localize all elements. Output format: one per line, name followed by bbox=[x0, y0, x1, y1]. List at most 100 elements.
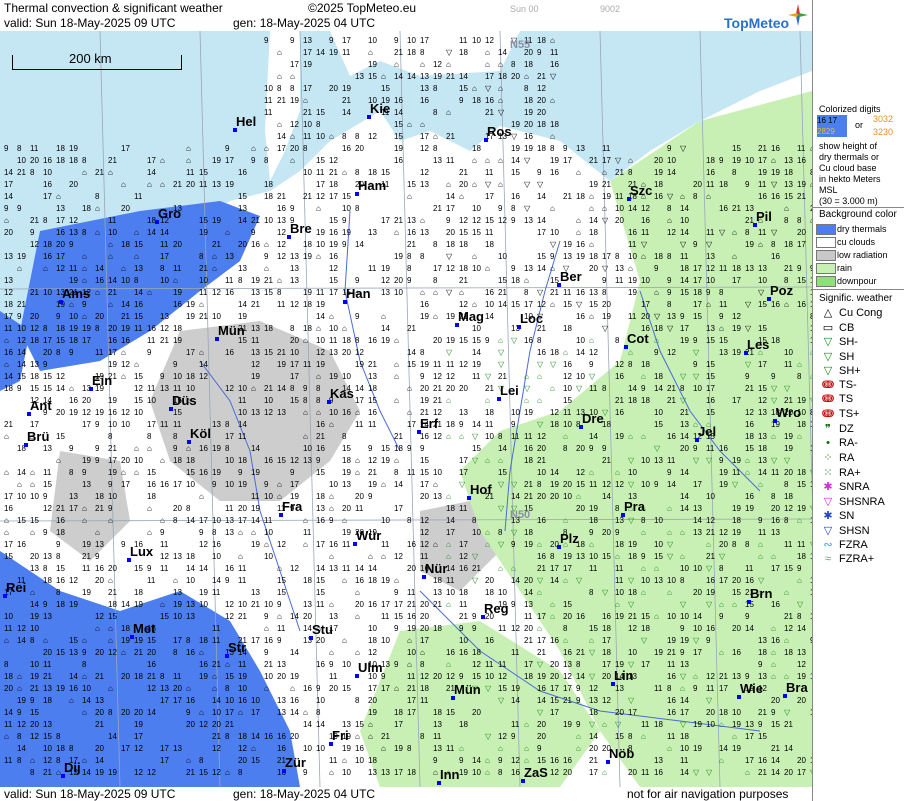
svg-text:9: 9 bbox=[82, 300, 87, 309]
svg-text:16: 16 bbox=[186, 696, 195, 705]
svg-text:8: 8 bbox=[277, 84, 282, 93]
svg-text:8: 8 bbox=[160, 672, 165, 681]
svg-text:20: 20 bbox=[784, 768, 793, 777]
svg-text:10: 10 bbox=[342, 660, 351, 669]
svg-text:13: 13 bbox=[589, 696, 598, 705]
svg-text:12: 12 bbox=[537, 300, 546, 309]
city-label: Wro bbox=[773, 405, 801, 423]
svg-text:11: 11 bbox=[784, 540, 793, 549]
svg-text:17: 17 bbox=[121, 480, 130, 489]
svg-text:9: 9 bbox=[797, 564, 802, 573]
svg-text:10: 10 bbox=[30, 660, 39, 669]
svg-text:17: 17 bbox=[329, 192, 338, 201]
svg-text:11: 11 bbox=[238, 432, 247, 441]
svg-text:10: 10 bbox=[472, 36, 481, 45]
svg-text:16: 16 bbox=[537, 552, 546, 561]
svg-text:9: 9 bbox=[693, 444, 698, 453]
svg-text:20: 20 bbox=[173, 684, 182, 693]
svg-text:11: 11 bbox=[277, 624, 286, 633]
svg-text:21: 21 bbox=[368, 468, 377, 477]
svg-text:17: 17 bbox=[355, 396, 364, 405]
svg-text:14: 14 bbox=[342, 108, 351, 117]
svg-text:19: 19 bbox=[407, 624, 416, 633]
svg-text:8: 8 bbox=[602, 384, 607, 393]
svg-text:19: 19 bbox=[82, 588, 91, 597]
svg-text:10: 10 bbox=[433, 468, 442, 477]
svg-text:⌂: ⌂ bbox=[563, 348, 568, 357]
svg-text:9: 9 bbox=[277, 636, 282, 645]
svg-text:18: 18 bbox=[693, 288, 702, 297]
svg-text:10: 10 bbox=[82, 684, 91, 693]
svg-text:14: 14 bbox=[316, 720, 325, 729]
svg-text:⌂: ⌂ bbox=[537, 396, 542, 405]
svg-text:16: 16 bbox=[173, 300, 182, 309]
svg-text:16: 16 bbox=[667, 672, 676, 681]
city-marker-icon bbox=[753, 223, 757, 227]
svg-text:20: 20 bbox=[537, 732, 546, 741]
svg-text:9: 9 bbox=[680, 624, 685, 633]
svg-text:8: 8 bbox=[797, 612, 802, 621]
svg-text:⌂: ⌂ bbox=[394, 60, 399, 69]
svg-text:⌂: ⌂ bbox=[238, 552, 243, 561]
svg-text:⌂: ⌂ bbox=[472, 180, 477, 189]
svg-text:21: 21 bbox=[407, 324, 416, 333]
svg-text:18: 18 bbox=[433, 624, 442, 633]
svg-text:11: 11 bbox=[225, 276, 234, 285]
svg-text:18: 18 bbox=[680, 264, 689, 273]
svg-text:11: 11 bbox=[719, 264, 728, 273]
svg-text:16: 16 bbox=[160, 480, 169, 489]
svg-text:10: 10 bbox=[641, 276, 650, 285]
weather-symbol-label: Cu Cong bbox=[839, 307, 882, 319]
svg-text:11: 11 bbox=[199, 180, 208, 189]
svg-text:16: 16 bbox=[108, 408, 117, 417]
svg-text:11: 11 bbox=[667, 660, 676, 669]
svg-text:10: 10 bbox=[667, 576, 676, 585]
svg-text:▽: ▽ bbox=[784, 384, 791, 393]
svg-text:15: 15 bbox=[797, 276, 806, 285]
svg-text:18: 18 bbox=[329, 180, 338, 189]
svg-text:12: 12 bbox=[446, 672, 455, 681]
svg-text:17: 17 bbox=[4, 540, 13, 549]
city-label: Kas bbox=[327, 386, 354, 404]
svg-text:15: 15 bbox=[420, 456, 429, 465]
svg-text:⌂: ⌂ bbox=[303, 540, 308, 549]
svg-text:⌂: ⌂ bbox=[160, 516, 165, 525]
svg-text:9: 9 bbox=[43, 492, 48, 501]
svg-text:9: 9 bbox=[758, 720, 763, 729]
svg-text:9: 9 bbox=[706, 288, 711, 297]
svg-text:16: 16 bbox=[459, 564, 468, 573]
svg-text:21: 21 bbox=[615, 168, 624, 177]
map-canvas: 9 9 13 9 17 10 9 10 17 11 10 12 ▽ 11 18 ⌂ ⌂ 17 14 19 11 ⌂ 21 18… bbox=[0, 31, 812, 787]
svg-text:15: 15 bbox=[407, 360, 416, 369]
svg-text:⌂: ⌂ bbox=[459, 288, 464, 297]
svg-text:19: 19 bbox=[342, 744, 351, 753]
city-label: Cot bbox=[624, 331, 649, 349]
svg-text:10: 10 bbox=[498, 252, 507, 261]
svg-text:⌂: ⌂ bbox=[394, 372, 399, 381]
weather-symbol-label: FZRA+ bbox=[839, 553, 874, 565]
svg-text:18: 18 bbox=[459, 48, 468, 57]
svg-text:17: 17 bbox=[537, 612, 546, 621]
svg-text:11: 11 bbox=[680, 756, 689, 765]
svg-text:12: 12 bbox=[30, 732, 39, 741]
svg-text:20: 20 bbox=[290, 336, 299, 345]
svg-text:12: 12 bbox=[56, 372, 65, 381]
svg-text:8: 8 bbox=[95, 192, 100, 201]
svg-text:15: 15 bbox=[381, 84, 390, 93]
svg-text:⌂: ⌂ bbox=[368, 48, 373, 57]
svg-text:14: 14 bbox=[4, 708, 13, 717]
weather-map[interactable]: 9 9 13 9 17 10 9 10 17 11 10 12 ▽ 11 18 ⌂ ⌂ 17 14 19 11 ⌂ 21 18… bbox=[0, 31, 812, 787]
svg-text:11: 11 bbox=[498, 624, 507, 633]
svg-text:9: 9 bbox=[693, 684, 698, 693]
svg-text:15: 15 bbox=[706, 372, 715, 381]
svg-text:17: 17 bbox=[199, 516, 208, 525]
svg-text:12: 12 bbox=[446, 264, 455, 273]
svg-text:⌂: ⌂ bbox=[407, 408, 412, 417]
svg-text:▽: ▽ bbox=[654, 312, 661, 321]
svg-text:20: 20 bbox=[719, 540, 728, 549]
svg-text:17: 17 bbox=[485, 192, 494, 201]
svg-text:13: 13 bbox=[43, 720, 52, 729]
wx-legend-item: ∾ FZRA bbox=[817, 538, 867, 552]
svg-text:12: 12 bbox=[368, 132, 377, 141]
svg-text:⌂: ⌂ bbox=[797, 576, 802, 585]
